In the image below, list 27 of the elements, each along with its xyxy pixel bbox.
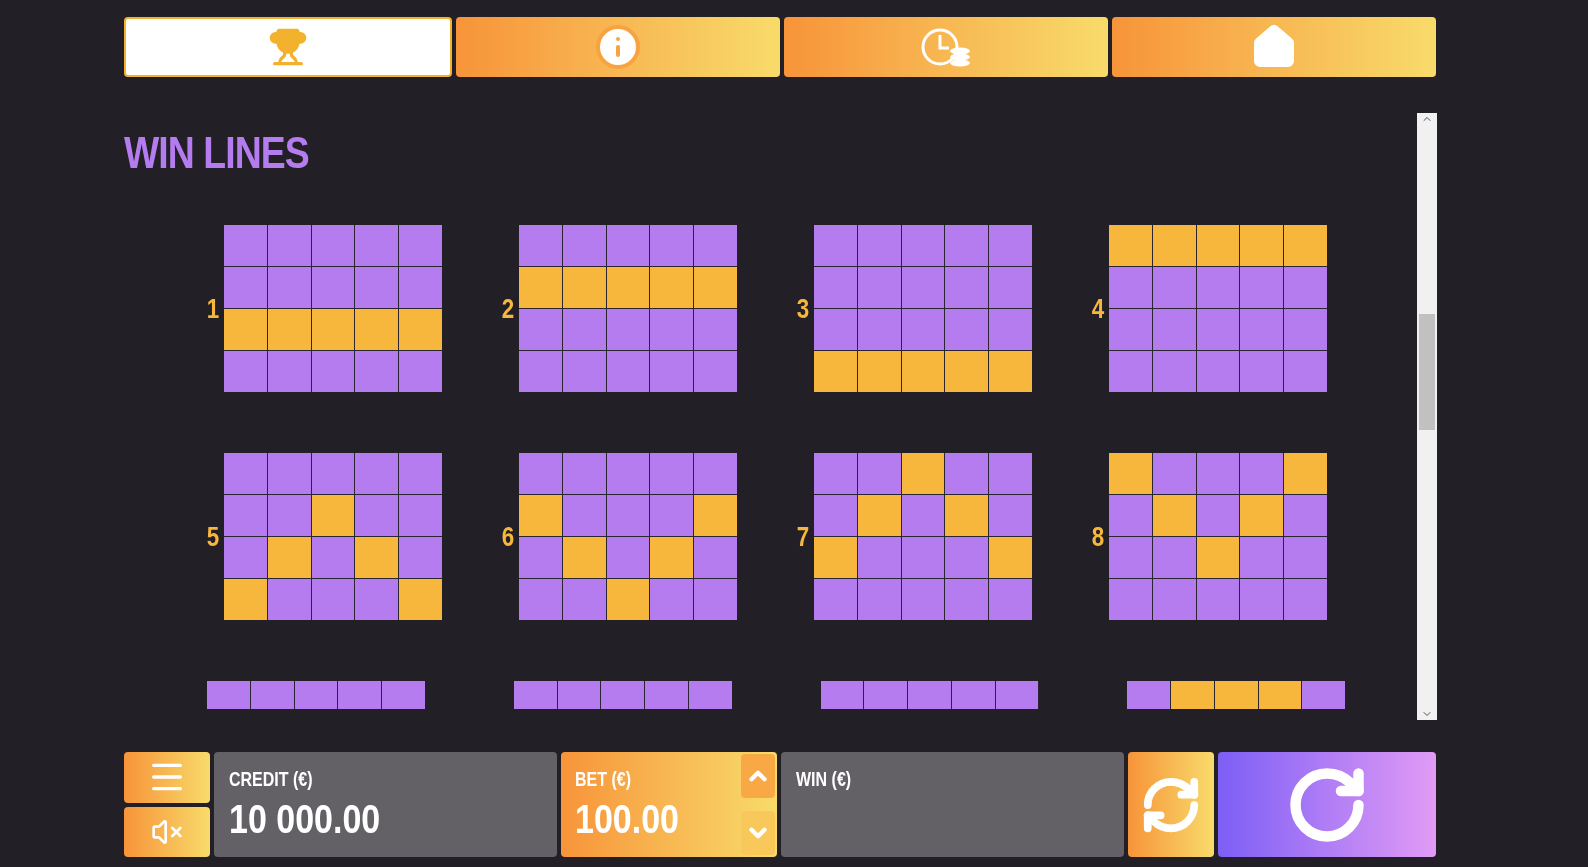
tab[interactable] (124, 17, 452, 77)
line-number: 3 (795, 291, 810, 326)
bet-label: BET (€) (575, 767, 632, 792)
tab[interactable] (1112, 17, 1436, 77)
tab[interactable] (784, 17, 1108, 77)
win-label: WIN (€) (796, 767, 853, 792)
section-title: WIN LINES (124, 131, 310, 175)
spin-button[interactable] (1218, 752, 1436, 857)
line-number: 6 (500, 519, 515, 554)
info-icon (594, 23, 642, 71)
line-number: 8 (1090, 519, 1105, 554)
scrollbar[interactable] (1417, 113, 1437, 720)
line-number: 1 (205, 291, 220, 326)
bet-value: 100.00 (575, 796, 680, 843)
mute-button[interactable] (124, 806, 210, 857)
bet-increase-button[interactable] (741, 754, 775, 798)
autoplay-button[interactable] (1128, 752, 1214, 857)
line-number: 5 (205, 519, 220, 554)
line-number: 7 (795, 519, 810, 554)
scroll-thumb[interactable] (1419, 313, 1435, 430)
line-number: 4 (1090, 291, 1105, 326)
trophy-icon (268, 27, 308, 67)
tab[interactable] (456, 17, 780, 77)
credit-value: 10 000.00 (229, 796, 382, 843)
line-number: 2 (500, 291, 515, 326)
credit-label: CREDIT (€) (229, 767, 314, 792)
bet-decrease-button[interactable] (741, 811, 775, 855)
